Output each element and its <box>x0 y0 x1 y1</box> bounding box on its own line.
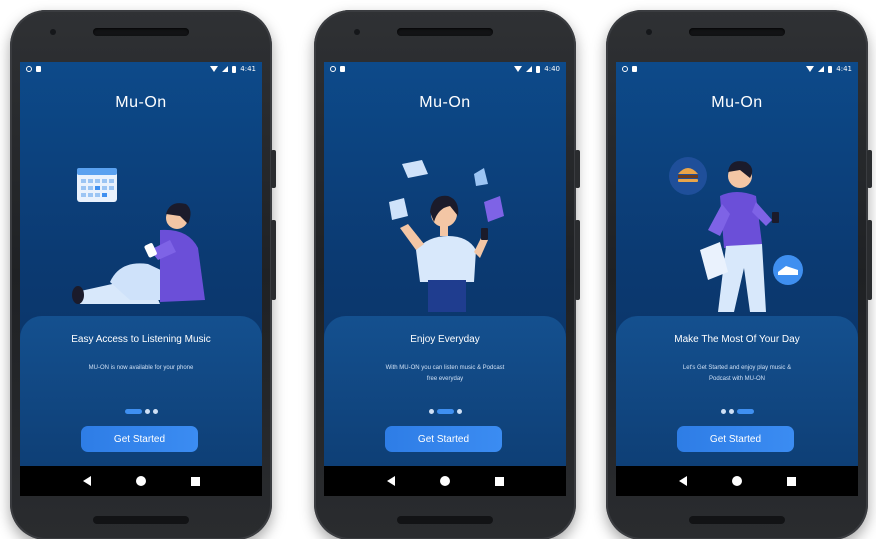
battery-icon <box>536 65 541 73</box>
signal-icon <box>818 66 825 72</box>
onboarding-screen-1: 4:41 Mu-On Easy Access to Listening Musi… <box>20 62 262 496</box>
notification-icon <box>26 66 32 72</box>
recent-apps-icon[interactable] <box>494 476 504 486</box>
phone-mockup-3: 4:41 Mu-On Make The Most Of Your Day Let… <box>606 10 872 539</box>
person-walking <box>700 161 779 312</box>
recent-apps-icon[interactable] <box>190 476 200 486</box>
get-started-button[interactable]: Get Started <box>385 426 502 452</box>
app-title: Mu-On <box>115 94 167 111</box>
onboarding-screen-3: 4:41 Mu-On Make The Most Of Your Day Let… <box>616 62 858 496</box>
back-icon[interactable] <box>386 476 395 486</box>
app-title: Mu-On <box>419 94 471 111</box>
status-bar: 4:40 <box>324 62 566 76</box>
home-icon[interactable] <box>439 476 450 486</box>
earpiece-speaker <box>689 28 785 36</box>
page-dot-3[interactable] <box>736 409 754 414</box>
card-description: Let's Get Started and enjoy play music &… <box>682 365 792 382</box>
card-title: Enjoy Everyday <box>410 334 480 345</box>
page-dot-1[interactable] <box>720 409 726 414</box>
get-started-button[interactable]: Get Started <box>81 426 198 452</box>
calendar-icon <box>77 168 117 202</box>
earpiece-speaker <box>397 28 493 36</box>
status-time: 4:41 <box>240 65 256 73</box>
android-nav-bar <box>616 466 858 496</box>
illustration-person-papers <box>389 160 504 312</box>
person-sitting <box>72 203 205 304</box>
battery-icon <box>232 65 237 73</box>
bottom-speaker <box>689 516 785 524</box>
status-time: 4:40 <box>544 65 560 73</box>
page-dot-2[interactable] <box>436 409 454 414</box>
back-icon[interactable] <box>678 476 687 486</box>
page-dot-1[interactable] <box>428 409 434 414</box>
earpiece-speaker <box>93 28 189 36</box>
app-title: Mu-On <box>711 94 763 111</box>
person-standing <box>400 195 488 312</box>
status-time: 4:41 <box>836 65 852 73</box>
home-icon[interactable] <box>731 476 742 486</box>
phone-mockup-1: 4:41 Mu-On Easy Access to Listening Musi… <box>10 10 276 539</box>
wifi-icon <box>210 66 219 72</box>
sneaker-icon <box>773 255 803 285</box>
page-indicator[interactable] <box>20 409 262 414</box>
page-dot-3[interactable] <box>152 409 158 414</box>
front-camera <box>50 29 56 35</box>
onboarding-card: Enjoy Everyday With MU-ON you can listen… <box>324 316 566 466</box>
bottom-speaker <box>93 516 189 524</box>
page-dot-3[interactable] <box>456 409 462 414</box>
status-bar: 4:41 <box>20 62 262 76</box>
phone-mockup-2: 4:40 Mu-On Enjoy Everyday With MU-ON you… <box>314 10 580 539</box>
recent-apps-icon[interactable] <box>786 476 796 486</box>
page-indicator[interactable] <box>324 409 566 414</box>
status-bar: 4:41 <box>616 62 858 76</box>
onboarding-card: Easy Access to Listening Music MU-ON is … <box>20 316 262 466</box>
onboarding-card: Make The Most Of Your Day Let's Get Star… <box>616 316 858 466</box>
wifi-icon <box>806 66 815 72</box>
card-title: Easy Access to Listening Music <box>71 334 211 345</box>
illustration-sitting-person <box>72 168 205 304</box>
android-nav-bar <box>20 466 262 496</box>
notification-icon <box>622 66 628 72</box>
home-icon[interactable] <box>135 476 146 486</box>
signal-icon <box>526 66 533 72</box>
sd-card-icon <box>632 66 637 72</box>
card-description: With MU-ON you can listen music & Podcas… <box>385 365 505 382</box>
card-title: Make The Most Of Your Day <box>674 334 800 345</box>
page-dot-1[interactable] <box>124 409 142 414</box>
card-description: MU-ON is now available for your phone <box>88 365 194 371</box>
get-started-button[interactable]: Get Started <box>677 426 794 452</box>
front-camera <box>646 29 652 35</box>
onboarding-screen-2: 4:40 Mu-On Enjoy Everyday With MU-ON you… <box>324 62 566 496</box>
front-camera <box>354 29 360 35</box>
sd-card-icon <box>36 66 41 72</box>
bottom-speaker <box>397 516 493 524</box>
page-dot-2[interactable] <box>144 409 150 414</box>
burger-icon <box>669 157 707 195</box>
battery-icon <box>828 65 833 73</box>
notification-icon <box>330 66 336 72</box>
page-indicator[interactable] <box>616 409 858 414</box>
wifi-icon <box>514 66 523 72</box>
android-nav-bar <box>324 466 566 496</box>
back-icon[interactable] <box>82 476 91 486</box>
signal-icon <box>222 66 229 72</box>
illustration-walking-person <box>669 157 803 312</box>
page-dot-2[interactable] <box>728 409 734 414</box>
sd-card-icon <box>340 66 345 72</box>
